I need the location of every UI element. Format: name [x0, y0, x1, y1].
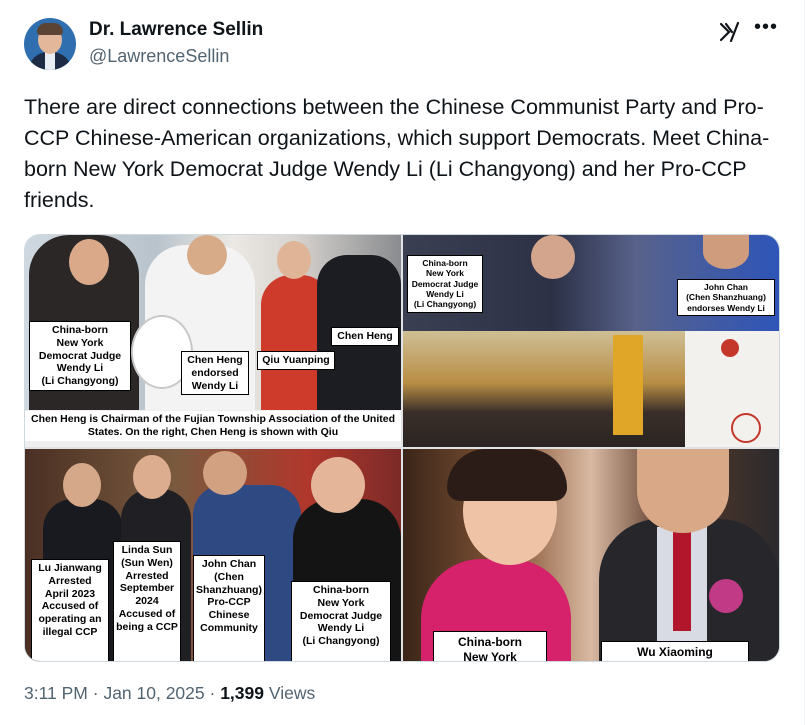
caption-lu-jianwang: Lu Jianwang Arrested April 2023 Accused … [31, 559, 109, 661]
photo-face-woman [69, 239, 109, 285]
caption-wu-xiaoming: Wu Xiaoming [601, 641, 749, 661]
photo-face-wu [637, 449, 729, 533]
post-date[interactable]: Jan 10, 2025 [103, 683, 204, 703]
author-handle[interactable]: @LawrenceSellin [89, 46, 229, 67]
caption-linda-sun: Linda Sun (Sun Wen) Arrested September 2… [113, 541, 181, 661]
caption-wendy-li: China-born New York Democrat Judge Wendy… [291, 581, 391, 661]
caption-chen-heng-chairman: Chen Heng is Chairman of the Fujian Town… [25, 411, 401, 441]
image-tile-top-left: China-born New York Democrat Judge Wendy… [25, 235, 401, 447]
avatar-shirt [45, 52, 55, 70]
post-text: There are direct connections between the… [24, 95, 770, 212]
caption-china-born: China-born New York [433, 631, 547, 661]
image-tile-bottom-right: China-born New York Wu Xiaoming [403, 449, 779, 661]
photo-corsage [709, 579, 743, 613]
views-count: 1,399 [220, 683, 264, 703]
caption-john-chan-endorses: John Chan (Chen Shanzhuang) endorses Wen… [677, 279, 775, 317]
caption-wendy-li: China-born New York Democrat Judge Wendy… [407, 255, 483, 313]
avatar[interactable] [24, 18, 76, 70]
author-name[interactable]: Dr. Lawrence Sellin [89, 19, 263, 41]
post-time[interactable]: 3:11 PM [24, 683, 88, 703]
photo-face-man [187, 235, 227, 275]
image-tile-top-right: China-born New York Democrat Judge Wendy… [403, 235, 779, 447]
views-label: Views [264, 683, 316, 703]
caption-qiu-yuanping: Qiu Yuanping [257, 351, 335, 370]
caption-chen-endorsed: Chen Heng endorsed Wendy Li [181, 351, 249, 396]
post-image[interactable]: China-born New York Democrat Judge Wendy… [24, 234, 780, 662]
photo-face-john [703, 235, 749, 269]
photo-face-red-jacket [277, 241, 311, 279]
image-tile-bottom-left: Lu Jianwang Arrested April 2023 Accused … [25, 449, 401, 661]
more-icon[interactable]: ••• [754, 16, 778, 39]
photo-letter-emblem [721, 339, 739, 357]
photo-letter-seal [731, 413, 761, 443]
avatar-hair [37, 23, 63, 35]
photo-face-lu [63, 463, 101, 507]
photo-curtain [613, 335, 643, 435]
photo-face-wendy [311, 457, 365, 513]
photo-face-linda [133, 455, 171, 499]
post-meta: 3:11 PM · Jan 10, 2025 · 1,399 Views [24, 683, 315, 704]
tweet: Dr. Lawrence Sellin @LawrenceSellin ••• … [0, 0, 805, 725]
caption-john-chan: John Chan (Chen Shanzhuang) Pro-CCP Chin… [193, 555, 265, 661]
photo-tie-wu [673, 531, 691, 631]
photo-face-speaker [531, 235, 575, 279]
separator: · [204, 683, 221, 703]
photo-face-john [203, 451, 247, 495]
caption-wendy-li: China-born New York Democrat Judge Wendy… [29, 321, 131, 391]
photo-hair-wendy [447, 449, 567, 501]
grok-icon[interactable] [718, 20, 742, 44]
separator: · [87, 683, 104, 703]
caption-chen-heng: Chen Heng [331, 327, 399, 346]
